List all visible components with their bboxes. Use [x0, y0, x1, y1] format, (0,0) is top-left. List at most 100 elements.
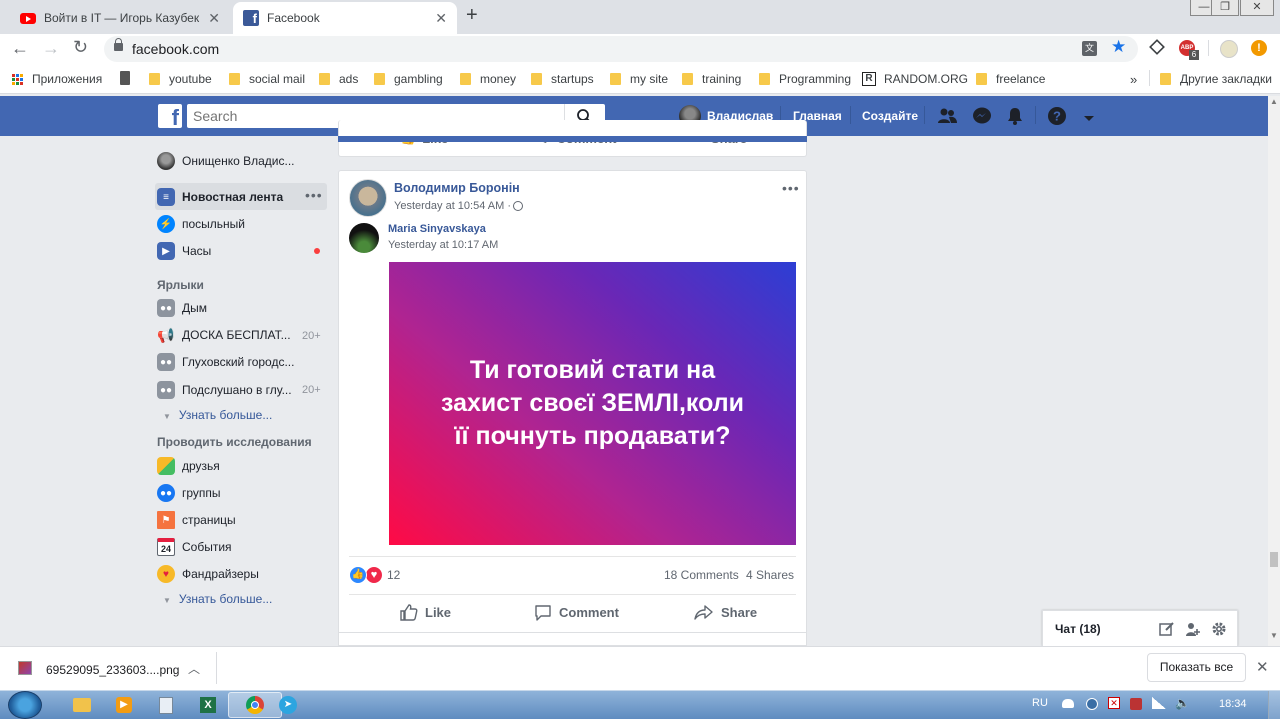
address-bar[interactable]: facebook.com — [104, 36, 1138, 62]
friend-requests-icon[interactable] — [937, 107, 957, 125]
taskbar-telegram[interactable]: ➤ — [264, 692, 312, 718]
bookmark-youtube[interactable]: youtube — [149, 72, 212, 86]
bookmark-social-mail[interactable]: social mail — [229, 72, 305, 86]
author-avatar[interactable] — [349, 179, 387, 217]
post-options-icon[interactable]: ••• — [782, 180, 800, 196]
taskbar-excel[interactable]: X — [182, 692, 234, 718]
scroll-up-icon[interactable]: ▲ — [1268, 97, 1280, 106]
close-icon[interactable]: ✕ — [435, 10, 447, 27]
more-options-icon[interactable]: ••• — [305, 188, 323, 202]
shortcut-item[interactable]: ●● Дым — [157, 295, 207, 321]
close-window-button[interactable]: ✕ — [1240, 0, 1274, 16]
shortcut-item[interactable]: 📢 ДОСКА БЕСПЛАТ... — [157, 322, 290, 348]
bookmarks-overflow-button[interactable]: » — [1130, 72, 1137, 87]
notifications-bell-icon[interactable] — [1005, 107, 1025, 125]
shortcut-item[interactable]: ●● Подслушано в глу... — [157, 377, 292, 403]
show-desktop-button[interactable] — [1268, 691, 1280, 719]
scroll-down-icon[interactable]: ▼ — [1268, 631, 1280, 640]
bookmark-training[interactable]: training — [682, 72, 741, 86]
bookmark-startups[interactable]: startups — [531, 72, 594, 86]
show-all-button[interactable]: Показать все — [1147, 653, 1246, 682]
comment-button[interactable]: Comment — [534, 604, 619, 621]
share-button[interactable]: Share — [694, 604, 757, 621]
left-nav-messenger[interactable]: ⚡ посыльный — [157, 211, 245, 237]
maximize-button[interactable]: ❐ — [1211, 0, 1239, 16]
star-icon[interactable]: ★ — [1111, 37, 1126, 57]
pages-flag-icon: ⚑ — [157, 511, 175, 529]
explore-item-pages[interactable]: ⚑ страницы — [157, 507, 236, 533]
like-reaction-icon[interactable]: 👍 — [349, 566, 367, 584]
chat-bar[interactable]: Чат (18) — [1042, 610, 1238, 646]
close-icon[interactable]: ✕ — [1256, 658, 1269, 676]
clock[interactable]: 18:34 — [1219, 698, 1247, 710]
shares-count[interactable]: 4 Shares — [746, 568, 794, 582]
tray-app-icon[interactable] — [1086, 698, 1098, 710]
signal-icon[interactable] — [1152, 697, 1166, 709]
shared-timestamp[interactable]: Yesterday at 10:17 AM — [388, 239, 498, 251]
folder-icon — [374, 73, 385, 85]
new-tab-button[interactable]: + — [466, 4, 478, 27]
compose-icon[interactable] — [1159, 621, 1175, 637]
language-indicator[interactable]: RU — [1032, 697, 1048, 709]
tab-facebook[interactable]: f Facebook ✕ — [233, 2, 457, 34]
bookmark-money[interactable]: money — [460, 72, 516, 86]
cloud-icon[interactable] — [1062, 699, 1074, 708]
messenger-icon[interactable] — [972, 107, 992, 125]
update-icon[interactable]: ! — [1251, 40, 1267, 56]
back-icon[interactable]: ← — [11, 38, 29, 59]
explore-item-fundraisers[interactable]: ♥ Фандрайзеры — [157, 561, 259, 587]
translate-icon[interactable]: 文 — [1082, 41, 1097, 56]
create-link[interactable]: Создайте — [862, 109, 918, 123]
telegram-icon: ➤ — [279, 696, 297, 714]
facebook-logo-icon[interactable]: f — [158, 104, 182, 128]
shortcut-item[interactable]: ●● Глуховский городс... — [157, 349, 294, 375]
bookmark-random-org[interactable]: R RANDOM.ORG — [862, 72, 968, 86]
nav-label: События — [182, 540, 232, 554]
bookmark-my-site[interactable]: my site — [610, 72, 668, 86]
left-nav-watch[interactable]: ▶ Часы — [157, 238, 211, 264]
profile-icon[interactable] — [1220, 40, 1238, 58]
comments-count[interactable]: 18 Comments — [664, 568, 739, 582]
reload-icon[interactable]: ↻ — [73, 37, 88, 58]
account-menu-chevron-icon[interactable] — [1083, 112, 1103, 130]
url-text: facebook.com — [132, 41, 220, 57]
groups-icon: ●● — [157, 484, 175, 502]
post-timestamp[interactable]: Yesterday at 10:54 AM · — [394, 200, 523, 212]
explore-item-events[interactable]: 24 События — [157, 534, 232, 560]
bookmark-apps[interactable]: Приложения — [12, 72, 102, 86]
shared-author-avatar[interactable] — [349, 223, 379, 253]
bookmark-freelance[interactable]: freelance — [976, 72, 1045, 86]
left-nav-news-feed[interactable]: ≡ Новостная лента — [157, 184, 283, 210]
bookmark-ads[interactable]: ads — [319, 72, 358, 86]
see-more-explore[interactable]: ▼ Узнать больше... — [163, 592, 272, 606]
close-icon[interactable]: ✕ — [208, 10, 220, 27]
explore-item-groups[interactable]: ●● группы — [157, 480, 221, 506]
new-group-icon[interactable] — [1185, 621, 1201, 637]
calculator-icon[interactable] — [120, 71, 130, 85]
left-nav-profile[interactable]: Онищенко Владис... — [157, 148, 294, 174]
tab-youtube[interactable]: Войти в IT — Игорь Казубек - Y ✕ — [10, 2, 230, 34]
download-filename[interactable]: 69529095_233603....png — [46, 663, 179, 677]
forward-icon[interactable]: → — [42, 38, 60, 59]
post-image[interactable]: Ти готовий стати на захист своєї ЗЕМЛІ,к… — [389, 262, 796, 545]
tray-antivirus-icon[interactable] — [1130, 698, 1142, 710]
shared-author[interactable]: Maria Sinyavskaya — [388, 223, 486, 235]
volume-icon[interactable]: 🔈 — [1175, 696, 1190, 710]
see-more-shortcuts[interactable]: ▼ Узнать больше... — [163, 408, 272, 422]
help-icon[interactable]: ? — [1047, 107, 1067, 125]
bookmark-gambling[interactable]: gambling — [374, 72, 443, 86]
like-button[interactable]: Like — [400, 604, 451, 621]
love-reaction-icon[interactable]: ♥ — [365, 566, 383, 584]
download-menu-chevron-icon[interactable]: ︿ — [188, 660, 200, 677]
bookmark-other[interactable]: Другие закладки — [1160, 72, 1272, 86]
bookmark-programming[interactable]: Programming — [759, 72, 851, 86]
post-author[interactable]: Володимир Боронін — [394, 181, 520, 195]
reactions-count[interactable]: 12 — [387, 568, 400, 582]
start-button[interactable] — [8, 691, 42, 719]
shortcut-count: 20+ — [302, 330, 321, 342]
tray-warning-icon[interactable]: ✕ — [1108, 697, 1120, 709]
page-scrollbar[interactable]: ▲ ▼ — [1268, 96, 1280, 646]
gear-icon[interactable] — [1211, 621, 1227, 637]
explore-item-friends[interactable]: друзья — [157, 453, 220, 479]
scrollbar-thumb[interactable] — [1270, 552, 1278, 567]
